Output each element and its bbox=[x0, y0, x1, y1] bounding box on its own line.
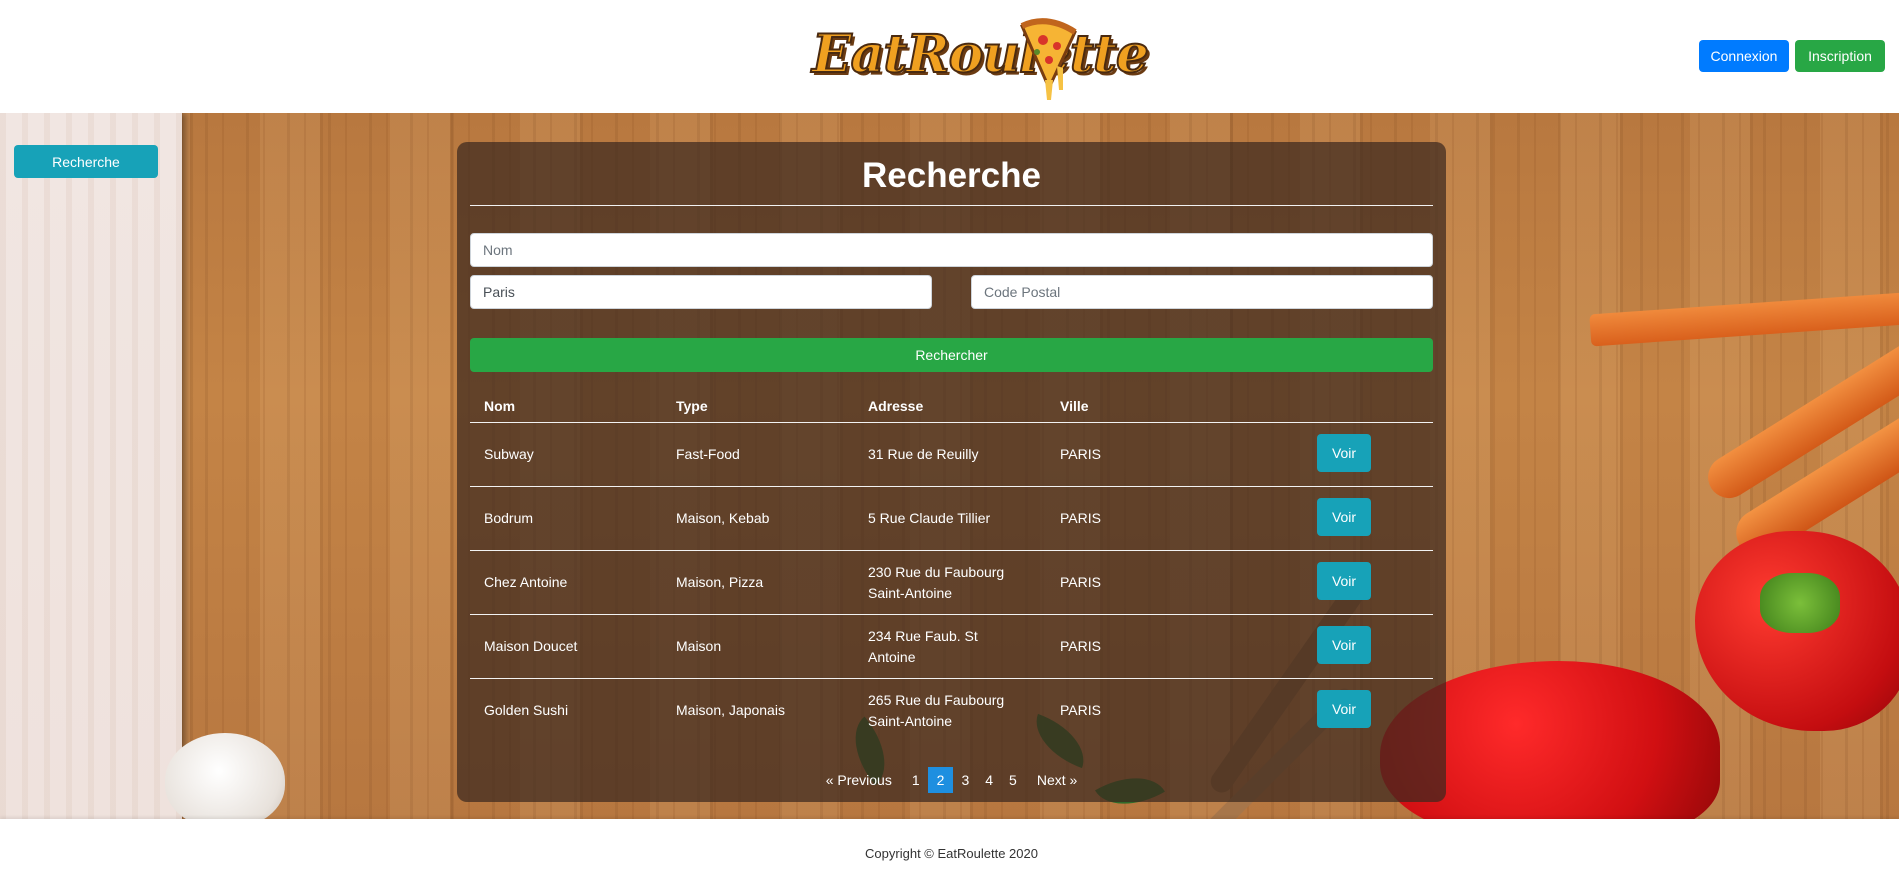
restaurant-type: Fast-Food bbox=[676, 446, 740, 462]
eatroulette-logo[interactable]: EatRoulette bbox=[811, 18, 1150, 102]
pizza-icon bbox=[1020, 18, 1077, 100]
restaurant-type: Maison, Japonais bbox=[676, 702, 785, 718]
pagination-page-3[interactable]: 3 bbox=[953, 767, 977, 793]
table-row: Maison Doucet Maison 234 Rue Faub. St An… bbox=[470, 615, 1433, 679]
footer: Copyright © EatRoulette 2020 bbox=[0, 819, 1899, 884]
view-button[interactable]: Voir bbox=[1317, 690, 1371, 728]
search-panel: Recherche Rechercher Nom Type Adresse Vi… bbox=[457, 142, 1446, 802]
view-button[interactable]: Voir bbox=[1317, 626, 1371, 664]
top-header: EatRoulette Connexion Inscription bbox=[0, 0, 1899, 113]
city-input[interactable] bbox=[470, 275, 932, 309]
pagination-page-1[interactable]: 1 bbox=[904, 767, 928, 793]
pagination-page-2-active[interactable]: 2 bbox=[927, 767, 954, 793]
table-row: Chez Antoine Maison, Pizza 230 Rue du Fa… bbox=[470, 551, 1433, 615]
login-button[interactable]: Connexion bbox=[1699, 40, 1789, 72]
restaurant-name: Subway bbox=[484, 446, 534, 462]
name-search-input[interactable] bbox=[470, 233, 1433, 267]
search-submit-button[interactable]: Rechercher bbox=[470, 338, 1433, 372]
sidebar: Recherche bbox=[0, 113, 182, 819]
restaurant-name: Bodrum bbox=[484, 510, 534, 526]
page-title: Recherche bbox=[862, 156, 1041, 195]
restaurant-type: Maison bbox=[676, 638, 722, 654]
table-row: Subway Fast-Food 31 Rue de Reuilly PARIS… bbox=[470, 423, 1433, 487]
pepper-stem-decoration bbox=[1760, 573, 1840, 633]
pagination-page-5[interactable]: 5 bbox=[1001, 767, 1025, 793]
restaurant-address: 234 Rue Faub. St Antoine bbox=[868, 627, 978, 665]
view-button[interactable]: Voir bbox=[1317, 562, 1371, 600]
view-button[interactable]: Voir bbox=[1317, 434, 1371, 472]
restaurant-city: PARIS bbox=[1060, 638, 1101, 654]
carrot-decoration bbox=[1589, 291, 1899, 347]
column-header-name: Nom bbox=[484, 397, 516, 414]
pagination-previous-link[interactable]: « Previous bbox=[818, 767, 904, 793]
restaurant-address: 265 Rue du Faubourg Saint-Antoine bbox=[868, 691, 1005, 729]
restaurant-address: 5 Rue Claude Tillier bbox=[868, 510, 991, 526]
restaurant-address: 230 Rue du Faubourg Saint-Antoine bbox=[868, 563, 1005, 601]
logo-text: EatRoulette bbox=[811, 23, 1150, 86]
restaurant-name: Chez Antoine bbox=[484, 574, 568, 590]
column-header-address: Adresse bbox=[868, 397, 924, 414]
restaurant-address: 31 Rue de Reuilly bbox=[868, 446, 979, 462]
sidebar-search-button[interactable]: Recherche bbox=[14, 145, 158, 178]
restaurant-type: Maison, Pizza bbox=[676, 574, 764, 590]
column-header-type: Type bbox=[676, 397, 708, 414]
pagination-page-4[interactable]: 4 bbox=[977, 767, 1001, 793]
pagination: « Previous 1 2 3 4 5 Next » bbox=[457, 767, 1446, 793]
signup-button[interactable]: Inscription bbox=[1795, 40, 1885, 72]
restaurant-city: PARIS bbox=[1060, 510, 1101, 526]
title-divider bbox=[470, 205, 1433, 206]
restaurant-city: PARIS bbox=[1060, 702, 1101, 718]
postal-code-input[interactable] bbox=[971, 275, 1433, 309]
results-table: Nom Type Adresse Ville Subway Fast-Food … bbox=[470, 390, 1433, 742]
view-button[interactable]: Voir bbox=[1317, 498, 1371, 536]
restaurant-city: PARIS bbox=[1060, 574, 1101, 590]
pagination-next-link[interactable]: Next » bbox=[1025, 767, 1085, 793]
garlic-decoration bbox=[165, 733, 285, 819]
column-header-city: Ville bbox=[1060, 397, 1089, 414]
table-header: Nom Type Adresse Ville bbox=[470, 390, 1433, 423]
restaurant-name: Golden Sushi bbox=[484, 702, 569, 718]
table-row: Golden Sushi Maison, Japonais 265 Rue du… bbox=[470, 679, 1433, 742]
restaurant-city: PARIS bbox=[1060, 446, 1101, 462]
restaurant-name: Maison Doucet bbox=[484, 638, 578, 654]
restaurant-type: Maison, Kebab bbox=[676, 510, 770, 526]
copyright-text: Copyright © EatRoulette 2020 bbox=[865, 846, 1038, 861]
table-row: Bodrum Maison, Kebab 5 Rue Claude Tillie… bbox=[470, 487, 1433, 551]
